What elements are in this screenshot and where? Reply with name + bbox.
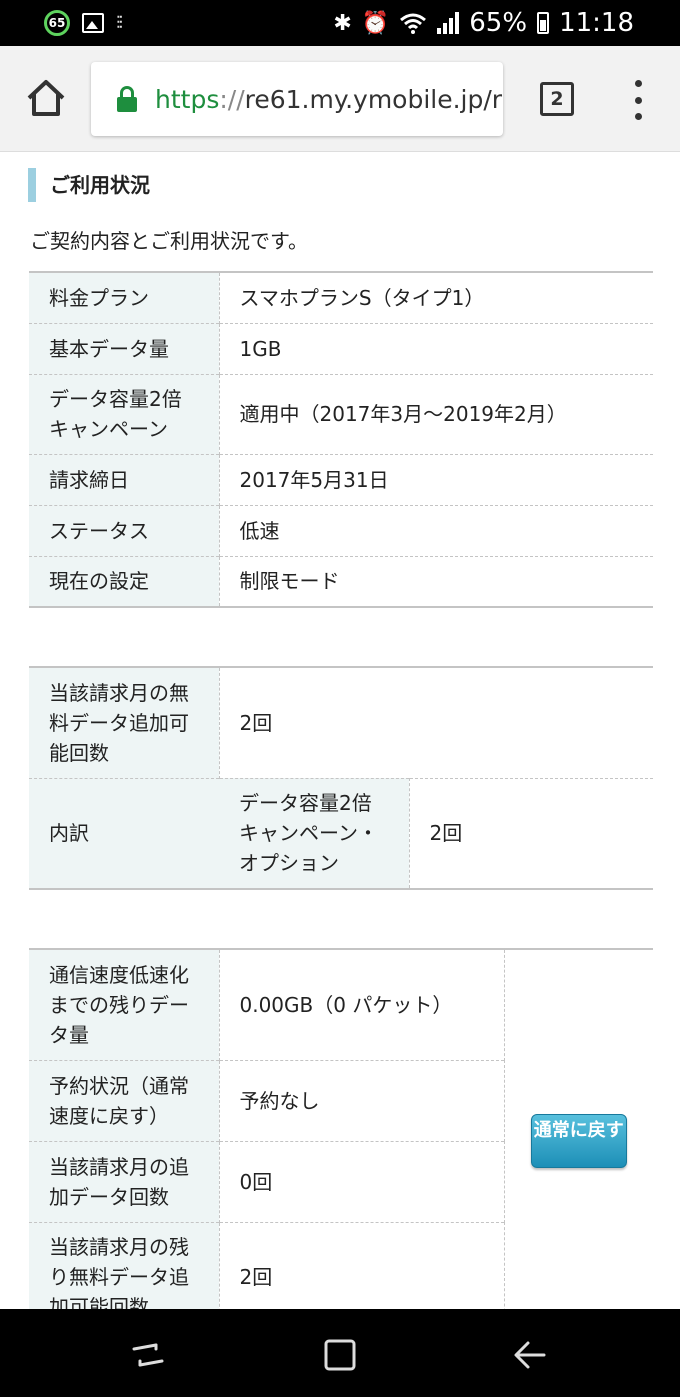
row-label: 基本データ量	[29, 323, 220, 374]
table-row: 請求締日 2017年5月31日	[29, 454, 653, 505]
row-label: 請求締日	[29, 454, 220, 505]
home-icon[interactable]	[24, 76, 68, 120]
table-row: ステータス 低速	[29, 505, 653, 556]
home-nav-icon[interactable]	[322, 1337, 358, 1373]
table-row: 内訳 データ容量2倍キャンペーン・オプション 2回	[29, 778, 654, 889]
overflow-menu-icon[interactable]	[630, 80, 646, 120]
revert-speed-button[interactable]: 通常に戻す	[530, 1114, 627, 1168]
intro-text: ご契約内容とご利用状況です。	[30, 229, 308, 253]
navigation-bar	[0, 1309, 680, 1397]
free-data-table: 当該請求月の無料データ追加可能回数 2回 内訳 データ容量2倍キャンペーン・オプ…	[29, 666, 654, 890]
row-value: スマホプランS（タイプ1）	[239, 285, 485, 310]
row-value: 制限モード	[239, 569, 340, 594]
row-label: 当該請求月の残り無料データ追加可能回数	[29, 1222, 220, 1309]
row-sublabel: データ容量2倍キャンペーン・オプション	[219, 778, 410, 889]
row-label: ステータス	[29, 505, 220, 556]
section-title: ご利用状況	[28, 168, 150, 202]
row-value: 適用中（2017年3月〜2019年2月）	[239, 402, 567, 426]
back-icon[interactable]	[512, 1337, 548, 1373]
row-value: 2回	[429, 821, 463, 846]
lock-icon	[117, 86, 137, 112]
row-value: 1GB	[239, 336, 282, 361]
row-label: 料金プラン	[29, 272, 220, 323]
tab-switcher-button[interactable]: 2	[540, 82, 574, 116]
image-notification-icon	[82, 13, 104, 33]
contract-table: 料金プラン スマホプランS（タイプ1） 基本データ量 1GB データ容量2倍キャ…	[29, 271, 653, 608]
alarm-icon: ⏰	[361, 10, 390, 36]
table-row: データ容量2倍キャンペーン 適用中（2017年3月〜2019年2月）	[29, 374, 653, 454]
battery-icon	[537, 12, 550, 34]
row-label: 通信速度低速化までの残りデータ量	[29, 949, 220, 1060]
speed-table: 通信速度低速化までの残りデータ量 0.00GB（0 パケット） 通常に戻す 予約…	[29, 948, 653, 1309]
row-value: 0回	[239, 1169, 273, 1194]
row-value: 低速	[239, 518, 280, 543]
recent-apps-icon[interactable]	[130, 1337, 166, 1373]
status-bar: 65 ⫶⫶ ✱ ⏰ 65% 11:18	[0, 0, 680, 46]
url-text: https://re61.my.ymobile.jp/r	[155, 84, 503, 114]
wifi-icon	[400, 13, 427, 34]
clock: 11:18	[559, 8, 634, 38]
row-value: 0.00GB（0 パケット）	[239, 992, 453, 1017]
table-row: 現在の設定 制限モード	[29, 556, 653, 607]
row-label: 内訳	[29, 778, 219, 889]
bluetooth-icon: ✱	[333, 10, 352, 36]
row-label: 当該請求月の無料データ追加可能回数	[29, 667, 220, 778]
notification-badge: 65	[44, 10, 70, 36]
table-row: 当該請求月の無料データ追加可能回数 2回	[29, 667, 654, 778]
action-cell: 通常に戻す	[503, 949, 653, 1309]
address-bar[interactable]: https://re61.my.ymobile.jp/r	[91, 62, 503, 136]
row-label: 現在の設定	[29, 556, 220, 607]
browser-toolbar: https://re61.my.ymobile.jp/r 2	[0, 46, 680, 152]
row-value: 2017年5月31日	[239, 467, 389, 492]
row-value: 予約なし	[239, 1088, 320, 1113]
table-row: 通信速度低速化までの残りデータ量 0.00GB（0 パケット） 通常に戻す	[29, 949, 653, 1309]
row-label: データ容量2倍キャンペーン	[29, 374, 220, 454]
battery-percent: 65%	[469, 8, 528, 38]
row-label: 当該請求月の追加データ回数	[29, 1141, 220, 1222]
signal-icon	[437, 12, 460, 34]
table-row: 基本データ量 1GB	[29, 323, 653, 374]
table-row: 料金プラン スマホプランS（タイプ1）	[29, 272, 653, 323]
row-value: 2回	[239, 710, 273, 735]
row-label: 予約状況（通常速度に戻す）	[29, 1060, 220, 1141]
row-value: 2回	[239, 1265, 273, 1290]
usb-icon: ⫶⫶	[116, 12, 123, 34]
page-content: ご利用状況 ご契約内容とご利用状況です。 料金プラン スマホプランS（タイプ1）…	[0, 152, 680, 1309]
